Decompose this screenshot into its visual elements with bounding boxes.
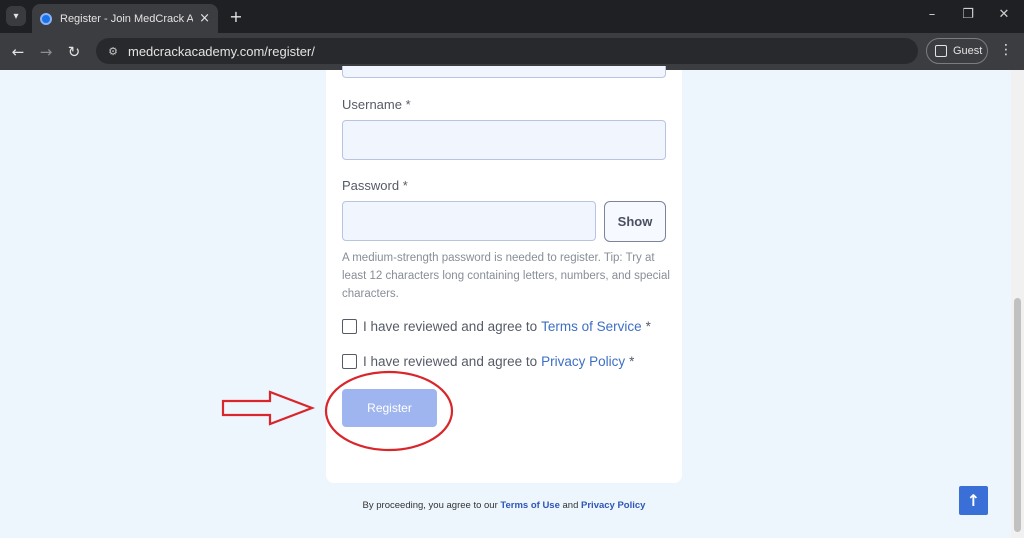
previous-field-input[interactable] <box>342 66 666 78</box>
browser-tab-bar: ▾ Register - Join MedCrack Academy × + –… <box>0 0 1024 33</box>
footer-privacy-link[interactable]: Privacy Policy <box>581 500 645 511</box>
site-favicon-icon <box>40 12 52 25</box>
tab-title: Register - Join MedCrack Academy <box>60 12 194 25</box>
browser-toolbar: ← → ↻ ⚙ medcrackacademy.com/register/ Gu… <box>0 33 1024 70</box>
minimize-icon[interactable]: – <box>922 7 942 22</box>
site-info-icon[interactable]: ⚙ <box>102 42 124 60</box>
scrollbar-thumb[interactable] <box>1014 298 1021 532</box>
required-mark: * <box>645 319 651 334</box>
required-mark: * <box>629 354 635 369</box>
footer-prefix: By proceeding, you agree to our <box>362 500 498 511</box>
restore-icon[interactable]: ❐ <box>958 7 978 22</box>
username-input[interactable] <box>342 120 666 160</box>
register-button[interactable]: Register <box>342 389 437 427</box>
browser-menu-icon[interactable]: ⋮ <box>998 42 1014 58</box>
footer-conjunction: and <box>562 500 579 511</box>
password-hint: A medium-strength password is needed to … <box>342 252 670 300</box>
show-password-button[interactable]: Show <box>604 201 666 242</box>
tab-search-button[interactable]: ▾ <box>6 6 26 26</box>
privacy-agreement-row: I have reviewed and agree to Privacy Pol… <box>342 354 634 369</box>
terms-agreement-row: I have reviewed and agree to Terms of Se… <box>342 319 651 334</box>
new-tab-button[interactable]: + <box>226 6 246 26</box>
terms-of-service-link[interactable]: Terms of Service <box>541 319 642 334</box>
annotation-arrow <box>221 390 316 426</box>
page-scrollbar[interactable] <box>1011 70 1024 538</box>
profile-button[interactable]: Guest <box>926 38 988 64</box>
reload-icon[interactable]: ↻ <box>64 42 84 62</box>
window-close-icon[interactable]: ✕ <box>994 7 1014 22</box>
footer-consent-text: By proceeding, you agree to our Terms of… <box>0 500 1008 511</box>
forward-icon[interactable]: → <box>36 42 56 62</box>
password-input[interactable] <box>342 201 596 241</box>
close-tab-icon[interactable]: × <box>199 11 210 26</box>
username-label: Username * <box>342 97 411 112</box>
arrow-up-icon: ↑ <box>966 491 981 510</box>
url-text[interactable]: medcrackacademy.com/register/ <box>128 44 315 59</box>
back-icon[interactable]: ← <box>8 42 28 62</box>
profile-icon <box>935 45 947 57</box>
terms-agreement-text: I have reviewed and agree to <box>363 319 538 334</box>
browser-tab[interactable]: Register - Join MedCrack Academy × <box>32 4 218 33</box>
privacy-checkbox[interactable] <box>342 354 357 369</box>
password-label: Password * <box>342 178 408 193</box>
chevron-down-icon: ▾ <box>13 10 19 22</box>
profile-label: Guest <box>953 45 983 57</box>
address-bar[interactable]: ⚙ medcrackacademy.com/register/ <box>96 38 918 64</box>
registration-form-card: Username * Password * Show A medium-stre… <box>326 66 682 483</box>
privacy-policy-link[interactable]: Privacy Policy <box>541 354 625 369</box>
privacy-agreement-text: I have reviewed and agree to <box>363 354 538 369</box>
scroll-to-top-button[interactable]: ↑ <box>959 486 988 515</box>
footer-terms-link[interactable]: Terms of Use <box>500 500 559 511</box>
terms-checkbox[interactable] <box>342 319 357 334</box>
